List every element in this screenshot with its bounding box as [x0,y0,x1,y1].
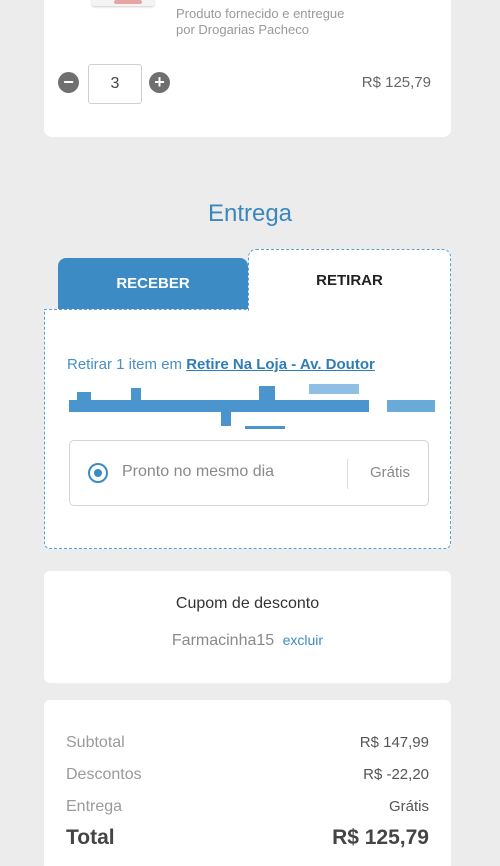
delivery-label: Entrega [66,798,123,815]
coupon-card: Cupom de desconto Farmacinha15 excluir [44,571,451,683]
selected-radio[interactable] [88,463,108,483]
product-image [84,0,174,12]
product-label-stripe [114,0,142,4]
order-summary: Subtotal R$ 147,99 Descontos R$ -22,20 E… [44,700,451,866]
increase-quantity-button[interactable]: + [149,72,170,93]
total-row: Total R$ 125,79 [66,826,429,854]
delivery-value: Grátis [388,798,429,815]
coupon-code: Farmacinha15 [171,632,275,649]
pickup-info: Retirar 1 item em Retire Na Loja - Av. D… [67,356,375,373]
supplier-text: Produto fornecido e entregue por Drogari… [176,6,345,37]
discount-value: R$ -22,20 [363,766,429,783]
pickup-prefix: Retirar 1 item em [67,356,187,373]
total-value: R$ 125,79 [332,826,429,849]
subtotal-label: Subtotal [66,734,125,751]
delivery-row: Entrega Grátis [66,798,429,820]
discount-row: Descontos R$ -22,20 [66,766,429,788]
subtotal-row: Subtotal R$ 147,99 [66,734,429,756]
option-price: Grátis [369,464,410,481]
decrease-quantity-button[interactable]: − [58,72,79,93]
subtotal-value: R$ 147,99 [359,734,429,751]
product-card: Produto fornecido e entregue por Drogari… [44,0,451,137]
total-label: Total [66,826,115,849]
delivery-section-title: Entrega [207,200,293,227]
discount-label: Descontos [66,766,142,783]
pickup-panel: Retirar 1 item em Retire Na Loja - Av. D… [44,309,451,549]
remove-coupon-link[interactable]: excluir [283,632,323,648]
store-link[interactable]: Retire Na Loja - Av. Doutor [186,356,375,373]
coupon-line: Farmacinha15 excluir [44,632,451,650]
pickup-option[interactable]: Pronto no mesmo dia Grátis [69,440,429,506]
coupon-title: Cupom de desconto [175,595,320,612]
tab-receber[interactable]: RECEBER [58,258,248,309]
option-label: Pronto no mesmo dia [122,463,275,480]
quantity-input[interactable]: 3 [88,64,142,104]
option-divider [347,459,348,489]
product-price: R$ 125,79 [361,74,431,91]
redacted-address [69,382,439,432]
tab-retirar[interactable]: RETIRAR [248,249,451,311]
